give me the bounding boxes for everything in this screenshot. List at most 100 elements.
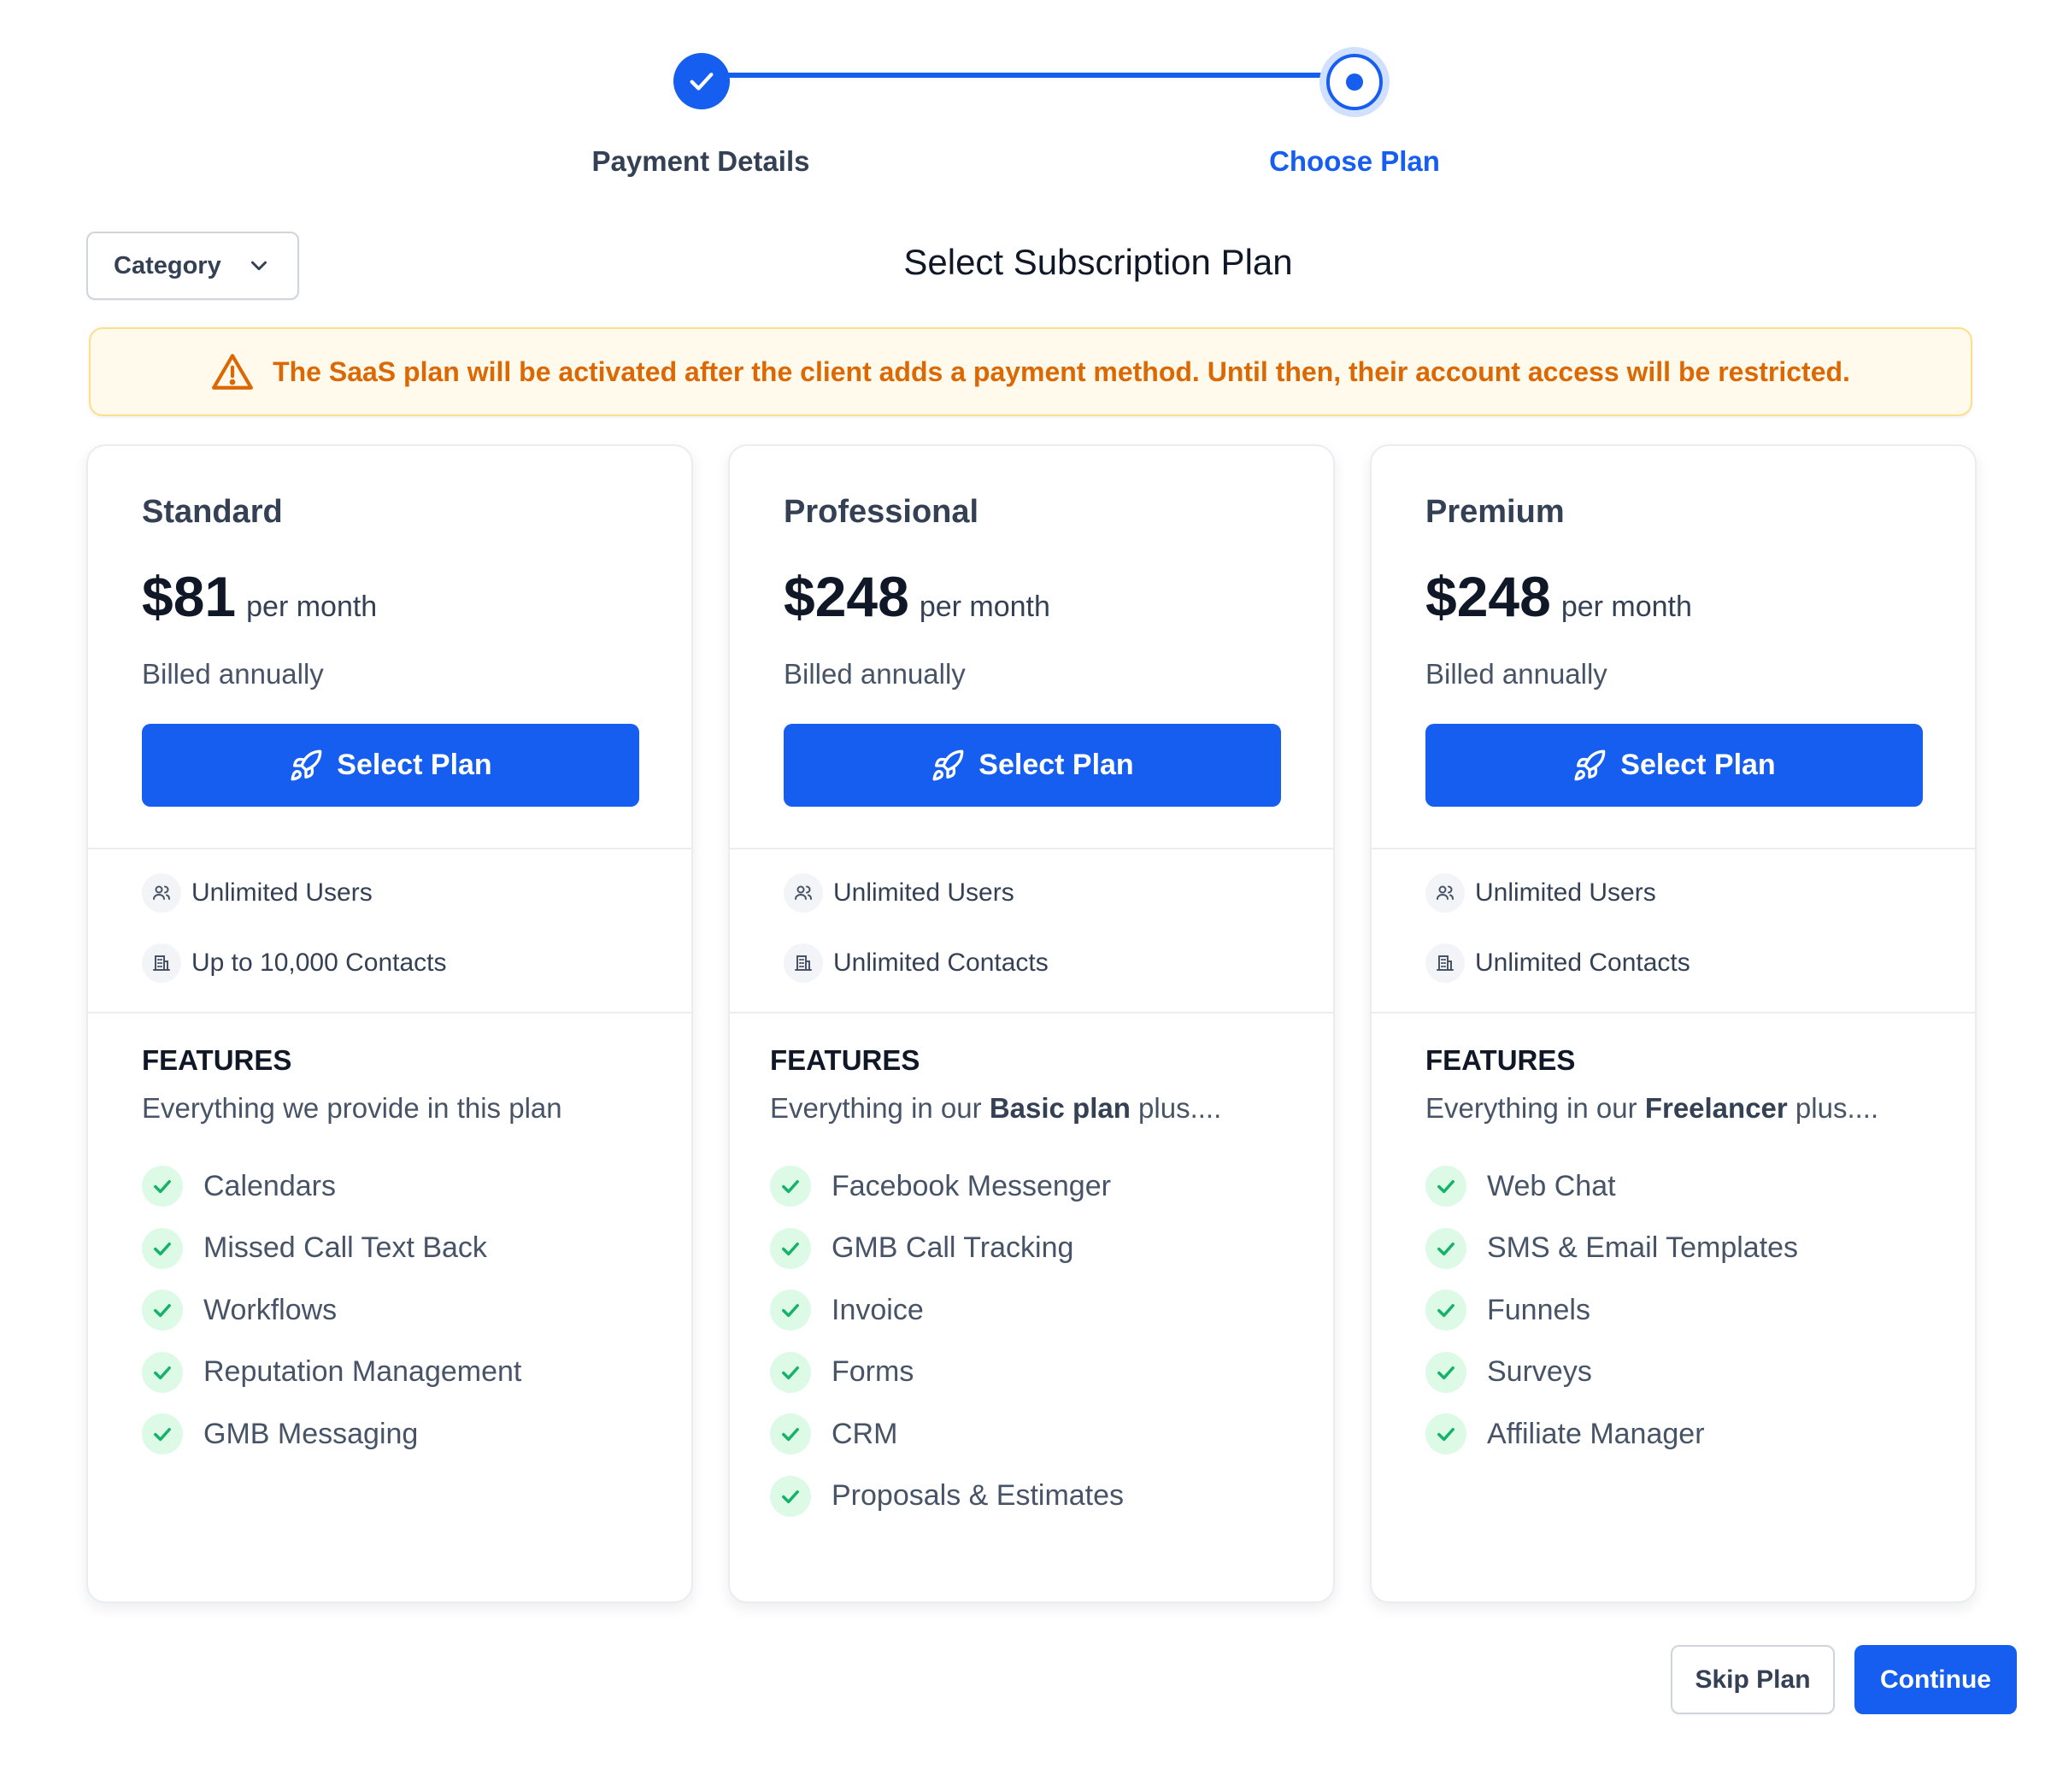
check-circle-icon (142, 1351, 183, 1393)
progress-stepper: Payment Details Choose Plan (0, 0, 2051, 197)
warning-triangle-icon (212, 354, 254, 390)
continue-button[interactable]: Continue (1854, 1645, 2017, 1714)
features-heading: FEATURES (1425, 1044, 1576, 1076)
payment-warning-alert: The SaaS plan will be activated after th… (89, 327, 1972, 416)
category-dropdown[interactable]: Category (86, 232, 299, 300)
plan-name: Premium (1425, 494, 1565, 530)
users-icon (142, 873, 181, 913)
check-circle-icon (770, 1290, 811, 1331)
feature-item: Invoice (770, 1279, 1124, 1342)
check-icon (690, 73, 714, 91)
plan-card-professional: Professional $248 per month Billed annua… (728, 444, 1335, 1603)
feature-item: Forms (770, 1342, 1124, 1404)
feature-label: Facebook Messenger (832, 1169, 1111, 1202)
alert-message: The SaaS plan will be activated after th… (273, 355, 1850, 387)
select-plan-label: Select Plan (978, 749, 1134, 781)
feature-item: Calendars (142, 1155, 521, 1218)
feature-item: Funnels (1425, 1279, 1798, 1342)
feature-item: Web Chat (1425, 1155, 1798, 1218)
feature-label: Forms (832, 1355, 914, 1389)
feature-item: Proposals & Estimates (770, 1466, 1124, 1528)
feature-label: Web Chat (1487, 1169, 1616, 1202)
users-icon (784, 873, 823, 913)
rocket-icon (1574, 749, 1606, 780)
plan-card-standard: Standard $81 per month Billed annually S… (86, 444, 693, 1603)
step-choose-plan-indicator[interactable] (1319, 47, 1390, 117)
quota-users: Unlimited Users (142, 873, 373, 913)
features-intro: Everything in our Basic plan plus.... (770, 1092, 1222, 1124)
step-label-payment-details[interactable]: Payment Details (530, 145, 872, 178)
feature-item: Surveys (1425, 1342, 1798, 1404)
check-circle-icon (1425, 1166, 1466, 1207)
features-list: Calendars Missed Call Text Back Workflows R… (142, 1155, 521, 1466)
plan-price: $81 (142, 565, 237, 628)
check-circle-icon (142, 1166, 183, 1207)
feature-label: Invoice (832, 1293, 924, 1326)
feature-item: GMB Call Tracking (770, 1218, 1124, 1280)
page-title: Select Subscription Plan (903, 242, 1293, 282)
plan-period: per month (919, 590, 1050, 623)
check-circle-icon (1425, 1290, 1466, 1331)
rocket-icon (291, 749, 322, 780)
category-dropdown-label: Category (114, 251, 221, 279)
features-list: Web Chat SMS & Email Templates Funnels Surv… (1425, 1155, 1798, 1466)
plan-price-row: $81 per month (142, 564, 377, 629)
check-circle-icon (770, 1166, 811, 1207)
select-plan-button-professional[interactable]: Select Plan (784, 724, 1281, 807)
check-circle-icon (770, 1227, 811, 1269)
check-circle-icon (770, 1413, 811, 1455)
feature-label: Workflows (203, 1293, 338, 1326)
feature-item: Reputation Management (142, 1342, 521, 1404)
plan-name: Professional (784, 494, 979, 530)
plan-price: $248 (784, 565, 909, 628)
features-heading: FEATURES (142, 1044, 292, 1076)
check-circle-icon (142, 1290, 183, 1331)
feature-item: Facebook Messenger (770, 1155, 1124, 1218)
select-plan-button-standard[interactable]: Select Plan (142, 724, 639, 807)
users-icon (1425, 873, 1465, 913)
step-label-choose-plan[interactable]: Choose Plan (1184, 145, 1525, 178)
plan-period: per month (1560, 590, 1692, 623)
feature-label: Missed Call Text Back (203, 1231, 487, 1265)
features-list: Facebook Messenger GMB Call Tracking Invoi… (770, 1155, 1124, 1527)
feature-item: Workflows (142, 1279, 521, 1342)
features-heading: FEATURES (770, 1044, 920, 1076)
plan-billing: Billed annually (784, 658, 966, 690)
current-step-dot (1346, 73, 1363, 91)
feature-item: Missed Call Text Back (142, 1218, 521, 1280)
feature-label: Surveys (1487, 1355, 1592, 1389)
feature-label: Proposals & Estimates (832, 1479, 1125, 1513)
check-circle-icon (1425, 1351, 1466, 1393)
check-circle-icon (770, 1351, 811, 1393)
plan-name: Standard (142, 494, 283, 530)
feature-label: GMB Messaging (203, 1417, 419, 1450)
rocket-icon (932, 749, 964, 780)
feature-label: CRM (832, 1417, 898, 1450)
chevron-down-icon (246, 253, 272, 279)
plan-card-premium: Premium $248 per month Billed annually S… (1370, 444, 1977, 1603)
features-intro: Everything in our Freelancer plus.... (1425, 1092, 1879, 1124)
feature-item: GMB Messaging (142, 1403, 521, 1466)
feature-label: SMS & Email Templates (1487, 1231, 1799, 1265)
check-circle-icon (142, 1413, 183, 1455)
feature-item: Affiliate Manager (1425, 1403, 1798, 1466)
quota-users: Unlimited Users (1425, 873, 1656, 913)
plan-billing: Billed annually (142, 658, 324, 690)
plan-price-row: $248 per month (784, 564, 1050, 629)
check-circle-icon (1425, 1227, 1466, 1269)
step-payment-details-indicator[interactable] (673, 53, 730, 109)
feature-label: Calendars (203, 1169, 336, 1202)
select-plan-button-premium[interactable]: Select Plan (1425, 724, 1923, 807)
quota-users: Unlimited Users (784, 873, 1014, 913)
plan-price-row: $248 per month (1425, 564, 1692, 629)
feature-item: CRM (770, 1403, 1124, 1466)
plan-price: $248 (1425, 565, 1551, 628)
quota-contacts: Unlimited Contacts (784, 943, 1049, 983)
skip-plan-button[interactable]: Skip Plan (1671, 1645, 1835, 1714)
quota-contacts: Unlimited Contacts (1425, 943, 1690, 983)
plan-period: per month (246, 590, 378, 623)
features-intro: Everything we provide in this plan (142, 1092, 562, 1124)
check-circle-icon (770, 1475, 811, 1517)
feature-label: GMB Call Tracking (832, 1231, 1074, 1265)
feature-label: Affiliate Manager (1487, 1417, 1705, 1450)
